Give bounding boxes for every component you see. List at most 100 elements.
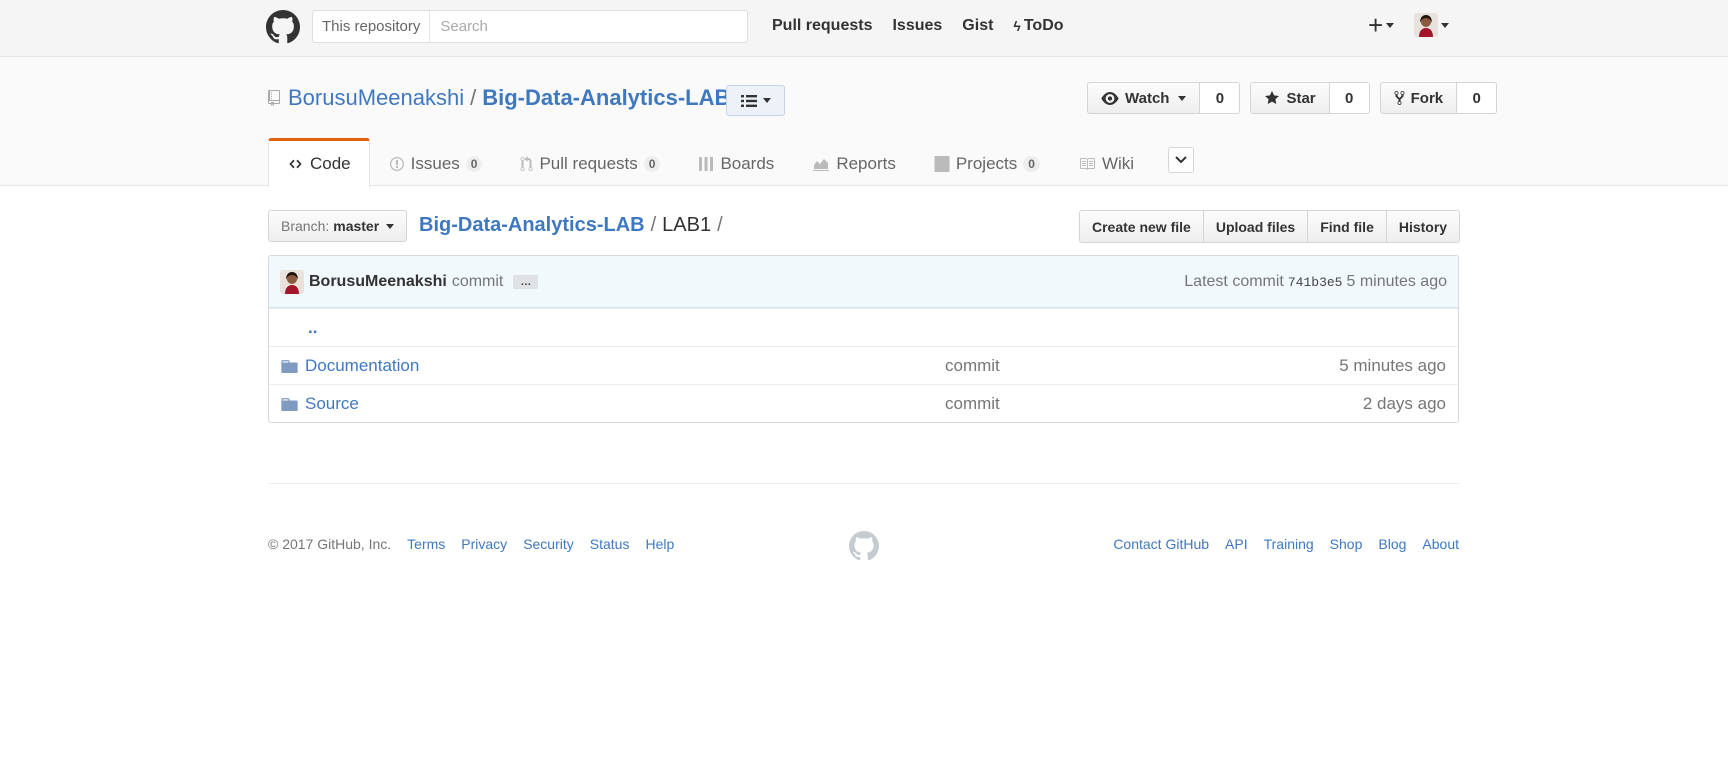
breadcrumb-current-dir: LAB1	[662, 214, 712, 236]
graph-icon	[813, 159, 830, 171]
file-age: 5 minutes ago	[1339, 355, 1446, 375]
footer-link-status[interactable]: Status	[590, 536, 630, 552]
file-actions: Create new file Upload files Find file H…	[1079, 210, 1461, 243]
site-header: This repository Pull requests Issues Gis…	[0, 0, 1728, 57]
file-commit-message[interactable]: commit	[945, 394, 1305, 414]
list-icon	[740, 94, 757, 107]
search-box: This repository	[312, 10, 748, 43]
footer-link-about[interactable]: About	[1422, 536, 1459, 552]
footer-link-shop[interactable]: Shop	[1330, 536, 1363, 552]
nav-gist[interactable]: Gist	[962, 17, 993, 35]
header-nav: Pull requests Issues Gist ϟ ToDo	[772, 17, 1064, 35]
repo-name-link[interactable]: Big-Data-Analytics-LAB	[482, 85, 730, 111]
watch-group: Watch 0	[1087, 82, 1241, 114]
tab-reports-label: Reports	[836, 154, 896, 173]
boards-icon	[699, 157, 714, 171]
tab-reports[interactable]: Reports	[793, 139, 915, 187]
github-logo-icon[interactable]	[266, 10, 300, 44]
find-file-button[interactable]: Find file	[1307, 210, 1387, 243]
caret-down-icon	[386, 223, 395, 229]
footer-link-terms[interactable]: Terms	[407, 536, 445, 552]
commit-expand-button[interactable]: …	[513, 274, 539, 289]
tab-boards[interactable]: Boards	[679, 139, 793, 187]
nav-todo[interactable]: ϟ ToDo	[1013, 17, 1063, 35]
chevron-down-icon	[1175, 156, 1187, 164]
table-row: Source commit 2 days ago	[269, 384, 1458, 422]
repo-menu-button[interactable]	[726, 85, 785, 116]
tab-boards-label: Boards	[720, 154, 775, 173]
user-menu-dropdown[interactable]	[1414, 13, 1450, 37]
tab-issues-label: Issues	[410, 154, 460, 173]
commit-message-link[interactable]: commit	[452, 273, 504, 291]
github-mark-icon[interactable]	[849, 531, 879, 561]
table-row: Documentation commit 5 minutes ago	[269, 346, 1458, 384]
tab-pull-requests[interactable]: Pull requests 0	[501, 139, 679, 187]
code-icon	[289, 159, 302, 169]
latest-commit-label: Latest commit	[1184, 272, 1284, 290]
footer-link-privacy[interactable]: Privacy	[461, 536, 507, 552]
tab-code[interactable]: Code	[268, 138, 370, 188]
tab-projects[interactable]: Projects 0	[915, 139, 1059, 187]
latest-commit-age: 5 minutes ago	[1346, 272, 1447, 290]
tab-pull-requests-label: Pull requests	[539, 154, 638, 173]
repo-owner-link[interactable]: BorusuMeenakshi	[288, 85, 464, 111]
watch-button[interactable]: Watch	[1087, 82, 1201, 114]
tab-wiki-label: Wiki	[1101, 154, 1135, 173]
footer-link-help[interactable]: Help	[645, 536, 674, 552]
star-group: Star 0	[1250, 82, 1370, 114]
star-label: Star	[1286, 89, 1316, 107]
star-count[interactable]: 0	[1329, 82, 1370, 114]
watch-count[interactable]: 0	[1200, 82, 1241, 114]
nav-issues[interactable]: Issues	[892, 17, 942, 35]
upload-files-button[interactable]: Upload files	[1202, 210, 1309, 243]
search-scope-label: This repository	[313, 11, 431, 42]
footer-link-contact[interactable]: Contact GitHub	[1113, 536, 1209, 552]
file-commit-message[interactable]: commit	[945, 356, 1305, 376]
breadcrumb-root-link[interactable]: Big-Data-Analytics-LAB	[419, 214, 645, 237]
fork-button[interactable]: Fork	[1379, 82, 1458, 114]
fork-group: Fork 0	[1379, 82, 1498, 114]
branch-select[interactable]: Branch: master	[268, 210, 408, 242]
commit-author-avatar[interactable]	[280, 269, 304, 294]
branch-label: Branch:	[281, 218, 330, 234]
folder-icon	[281, 397, 298, 411]
star-button[interactable]: Star	[1250, 82, 1330, 114]
breadcrumb-separator: /	[650, 214, 657, 236]
create-new-file-button[interactable]: Create new file	[1079, 210, 1204, 243]
latest-commit-bar: BorusuMeenakshi commit … Latest commit 74…	[269, 256, 1458, 308]
fork-icon	[1394, 90, 1405, 106]
bolt-icon: ϟ	[1013, 18, 1021, 34]
parent-directory-link[interactable]: ..	[308, 318, 317, 338]
commit-sha-link[interactable]: 741b3e5	[1288, 275, 1343, 290]
breadcrumb-trailing-separator: /	[717, 214, 723, 236]
caret-down-icon	[1386, 22, 1395, 28]
avatar	[1414, 13, 1439, 37]
pull-request-icon	[520, 156, 533, 171]
footer-link-api[interactable]: API	[1225, 536, 1248, 552]
create-new-dropdown[interactable]: +	[1368, 12, 1395, 38]
tab-wiki[interactable]: Wiki	[1059, 139, 1153, 187]
star-icon	[1265, 91, 1280, 104]
tab-issues[interactable]: Issues 0	[370, 139, 502, 187]
file-age: 2 days ago	[1362, 393, 1446, 413]
more-tabs-dropdown[interactable]	[1168, 147, 1194, 173]
footer-link-security[interactable]: Security	[523, 536, 574, 552]
repo-nav: Code Issues 0 Pull requests 0 Boards Rep…	[268, 137, 1153, 188]
file-name-link[interactable]: Documentation	[305, 356, 945, 376]
search-input[interactable]	[430, 11, 747, 42]
project-icon	[934, 156, 950, 172]
tab-issues-counter: 0	[465, 156, 483, 172]
tab-projects-counter: 0	[1023, 156, 1040, 172]
footer-link-training[interactable]: Training	[1264, 536, 1314, 552]
file-name-link[interactable]: Source	[305, 394, 945, 414]
tab-code-label: Code	[310, 154, 351, 173]
tab-pull-requests-counter: 0	[643, 156, 661, 172]
nav-pull-requests[interactable]: Pull requests	[772, 17, 872, 35]
footer-link-blog[interactable]: Blog	[1378, 536, 1406, 552]
latest-commit-info: Latest commit 741b3e5 5 minutes ago	[1184, 273, 1447, 291]
history-button[interactable]: History	[1385, 210, 1461, 243]
book-icon	[1079, 158, 1095, 170]
commit-author-link[interactable]: BorusuMeenakshi	[309, 273, 447, 291]
caret-down-icon	[1178, 95, 1187, 101]
fork-count[interactable]: 0	[1457, 82, 1498, 114]
